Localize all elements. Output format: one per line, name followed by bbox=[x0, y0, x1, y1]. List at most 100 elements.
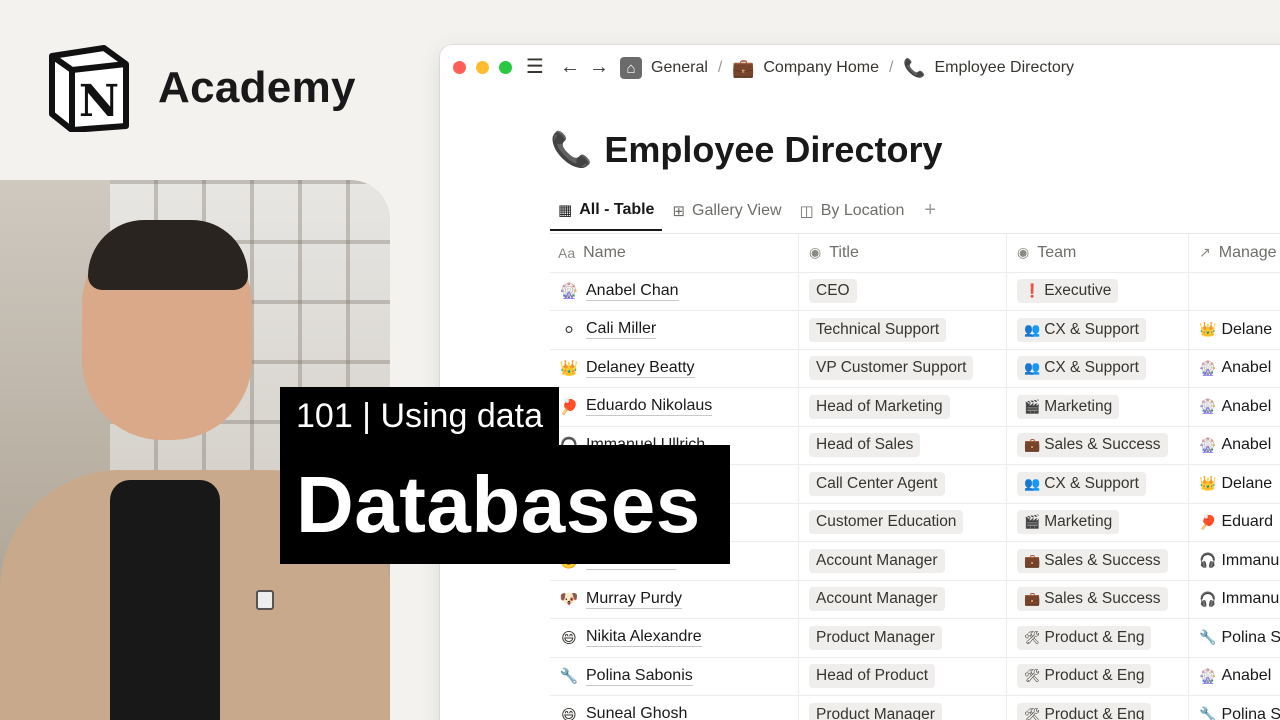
cell-manager[interactable]: 🎡 Anabel bbox=[1188, 388, 1280, 426]
cell-title[interactable]: Customer Education bbox=[798, 503, 1006, 541]
cell-title[interactable]: Account Manager bbox=[798, 542, 1006, 580]
table-row[interactable]: 😄 Suneal Ghosh Product Manager 🛠 Product & E… bbox=[550, 696, 1280, 720]
column-header-name[interactable]: Aa Name bbox=[550, 234, 798, 272]
manager-link[interactable]: Delane bbox=[1221, 475, 1272, 493]
cell-title[interactable]: VP Customer Support bbox=[798, 349, 1006, 387]
close-window-button[interactable] bbox=[453, 61, 466, 74]
cell-manager[interactable]: 🎡 Anabel bbox=[1188, 426, 1280, 464]
maximize-window-button[interactable] bbox=[499, 61, 512, 74]
phone-icon[interactable]: 📞 bbox=[550, 130, 592, 170]
cell-name[interactable]: ⚪ Cali Miller bbox=[550, 311, 798, 349]
team-emoji-icon: 🎬 bbox=[1024, 398, 1041, 414]
table-row[interactable]: 🎡 Anabel Chan CEO ❗ Executive bbox=[550, 272, 1280, 311]
cell-title[interactable]: Call Center Agent bbox=[798, 465, 1006, 503]
employee-name-link[interactable]: Polina Sabonis bbox=[586, 667, 693, 686]
manager-link[interactable]: Anabel bbox=[1221, 667, 1271, 685]
cell-team[interactable]: 🛠 Product & Eng bbox=[1006, 619, 1188, 657]
title-tag: Customer Education bbox=[809, 510, 964, 535]
cell-title[interactable]: Product Manager bbox=[798, 619, 1006, 657]
cell-title[interactable]: Product Manager bbox=[798, 696, 1006, 720]
cell-name[interactable]: 👑 Delaney Beatty bbox=[550, 350, 798, 388]
employee-name-link[interactable]: Nikita Alexandre bbox=[586, 628, 702, 648]
cell-team[interactable]: 💼 Sales & Success bbox=[1006, 580, 1188, 618]
column-header-title[interactable]: ◉ Title bbox=[798, 234, 1006, 272]
cell-team[interactable]: ❗ Executive bbox=[1006, 272, 1188, 310]
cell-manager[interactable]: 👑 Delane bbox=[1188, 465, 1280, 503]
cell-title[interactable]: Technical Support bbox=[798, 311, 1006, 349]
title-tag: Head of Sales bbox=[809, 433, 921, 458]
cell-name[interactable]: 🐶 Murray Purdy bbox=[550, 581, 798, 619]
cell-team[interactable]: 🛠 Product & Eng bbox=[1006, 657, 1188, 695]
table-row[interactable]: 👑 Delaney Beatty VP Customer Support 👥 CX & … bbox=[550, 349, 1280, 388]
menu-icon[interactable]: ☰ bbox=[526, 55, 544, 79]
cell-team[interactable]: 🎬 Marketing bbox=[1006, 388, 1188, 426]
manager-link[interactable]: Polina S bbox=[1221, 629, 1280, 647]
cell-team[interactable]: 👥 CX & Support bbox=[1006, 349, 1188, 387]
manager-link[interactable]: Immanu bbox=[1221, 590, 1279, 608]
breadcrumb-general[interactable]: ⌂ General bbox=[620, 57, 708, 79]
cell-manager[interactable] bbox=[1188, 272, 1280, 310]
cell-name[interactable]: 🏓 Eduardo Nikolaus bbox=[550, 388, 798, 426]
cell-name[interactable]: 😄 Nikita Alexandre bbox=[550, 619, 798, 657]
cell-title[interactable]: Head of Sales bbox=[798, 426, 1006, 464]
svg-text:N: N bbox=[79, 76, 119, 127]
cell-team[interactable]: 💼 Sales & Success bbox=[1006, 542, 1188, 580]
cell-title[interactable]: Head of Product bbox=[798, 657, 1006, 695]
manager-link[interactable]: Immanu bbox=[1221, 552, 1279, 570]
team-tag: 🎬 Marketing bbox=[1017, 510, 1120, 535]
manager-link[interactable]: Anabel bbox=[1221, 359, 1271, 377]
manager-link[interactable]: Eduard bbox=[1221, 513, 1273, 531]
cell-title[interactable]: CEO bbox=[798, 272, 1006, 310]
employee-name-link[interactable]: Cali Miller bbox=[586, 320, 657, 340]
employee-name-link[interactable]: Suneal Ghosh bbox=[586, 705, 687, 720]
minimize-window-button[interactable] bbox=[476, 61, 489, 74]
breadcrumb-employee-directory[interactable]: 📞 Employee Directory bbox=[903, 57, 1074, 79]
notion-pin-icon bbox=[256, 590, 274, 610]
table-row[interactable]: ⚪ Cali Miller Technical Support 👥 CX & Suppo… bbox=[550, 311, 1280, 350]
add-view-button[interactable]: + bbox=[924, 199, 936, 222]
cell-manager[interactable]: 🔧 Polina S bbox=[1188, 619, 1280, 657]
cell-manager[interactable]: 🏓 Eduard bbox=[1188, 503, 1280, 541]
table-header: Aa Name ◉ Title ◉ Team ↗ Manage bbox=[550, 234, 1280, 273]
table-row[interactable]: 🔧 Polina Sabonis Head of Product 🛠 Product &… bbox=[550, 657, 1280, 696]
tab-all-table[interactable]: ▦ All - Table bbox=[550, 197, 663, 231]
cell-manager[interactable]: 👑 Delane bbox=[1188, 311, 1280, 349]
tab-by-location[interactable]: ◫ By Location bbox=[792, 198, 913, 230]
breadcrumb-company-home[interactable]: 💼 Company Home bbox=[732, 57, 879, 79]
column-header-team[interactable]: ◉ Team bbox=[1006, 234, 1188, 272]
table-row[interactable]: 🐶 Murray Purdy Account Manager 💼 Sales & Suc… bbox=[550, 580, 1280, 619]
cell-team[interactable]: 👥 CX & Support bbox=[1006, 465, 1188, 503]
forward-arrow-icon[interactable]: → bbox=[589, 55, 609, 79]
manager-emoji-icon: 🎡 bbox=[1199, 398, 1217, 415]
title-tag: Product Manager bbox=[809, 625, 942, 650]
cell-name[interactable]: 😄 Suneal Ghosh bbox=[550, 696, 798, 720]
table-row[interactable]: 🏓 Eduardo Nikolaus Head of Marketing 🎬 Marke… bbox=[550, 388, 1280, 427]
cell-manager[interactable]: 🔧 Polina S bbox=[1188, 696, 1280, 720]
employee-name-link[interactable]: Eduardo Nikolaus bbox=[586, 397, 713, 417]
cell-manager[interactable]: 🎧 Immanu bbox=[1188, 542, 1280, 580]
cell-name[interactable]: 🎡 Anabel Chan bbox=[550, 273, 798, 311]
manager-link[interactable]: Delane bbox=[1221, 321, 1272, 339]
cell-name[interactable]: 🔧 Polina Sabonis bbox=[550, 658, 798, 696]
cell-manager[interactable]: 🎧 Immanu bbox=[1188, 580, 1280, 618]
employee-name-link[interactable]: Anabel Chan bbox=[586, 282, 679, 301]
manager-link[interactable]: Polina S bbox=[1221, 706, 1280, 720]
table-row[interactable]: 😄 Nikita Alexandre Product Manager 🛠 Product… bbox=[550, 619, 1280, 658]
cell-manager[interactable]: 🎡 Anabel bbox=[1188, 349, 1280, 387]
cell-team[interactable]: 🎬 Marketing bbox=[1006, 503, 1188, 541]
page-emoji-icon: 👑 bbox=[559, 360, 579, 378]
cell-team[interactable]: 💼 Sales & Success bbox=[1006, 426, 1188, 464]
employee-name-link[interactable]: Delaney Beatty bbox=[586, 359, 695, 378]
column-header-manager[interactable]: ↗ Manage bbox=[1188, 234, 1280, 272]
cell-title[interactable]: Account Manager bbox=[798, 580, 1006, 618]
back-arrow-icon[interactable]: ← bbox=[560, 55, 580, 79]
cell-team[interactable]: 👥 CX & Support bbox=[1006, 311, 1188, 349]
cell-title[interactable]: Head of Marketing bbox=[798, 388, 1006, 426]
cell-team[interactable]: 🛠 Product & Eng bbox=[1006, 696, 1188, 720]
tab-gallery-view[interactable]: ⊞ Gallery View bbox=[664, 198, 789, 230]
manager-link[interactable]: Anabel bbox=[1221, 398, 1271, 416]
employee-name-link[interactable]: Murray Purdy bbox=[586, 590, 683, 609]
cell-manager[interactable]: 🎡 Anabel bbox=[1188, 657, 1280, 695]
manager-link[interactable]: Anabel bbox=[1221, 436, 1271, 454]
table-icon: ▦ bbox=[558, 202, 573, 219]
